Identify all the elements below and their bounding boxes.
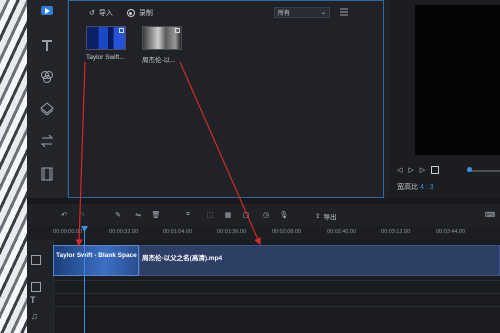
annotation-arrow-1 — [75, 61, 86, 247]
annotation-arrows — [75, 61, 261, 247]
video-editor-window: ↺ 导入 录制 所有 ⌄ Taylor Swift... 周杰伦-以... ◁ … — [27, 0, 500, 333]
background-photo — [0, 0, 27, 333]
annotation-arrow-2 — [179, 61, 261, 246]
